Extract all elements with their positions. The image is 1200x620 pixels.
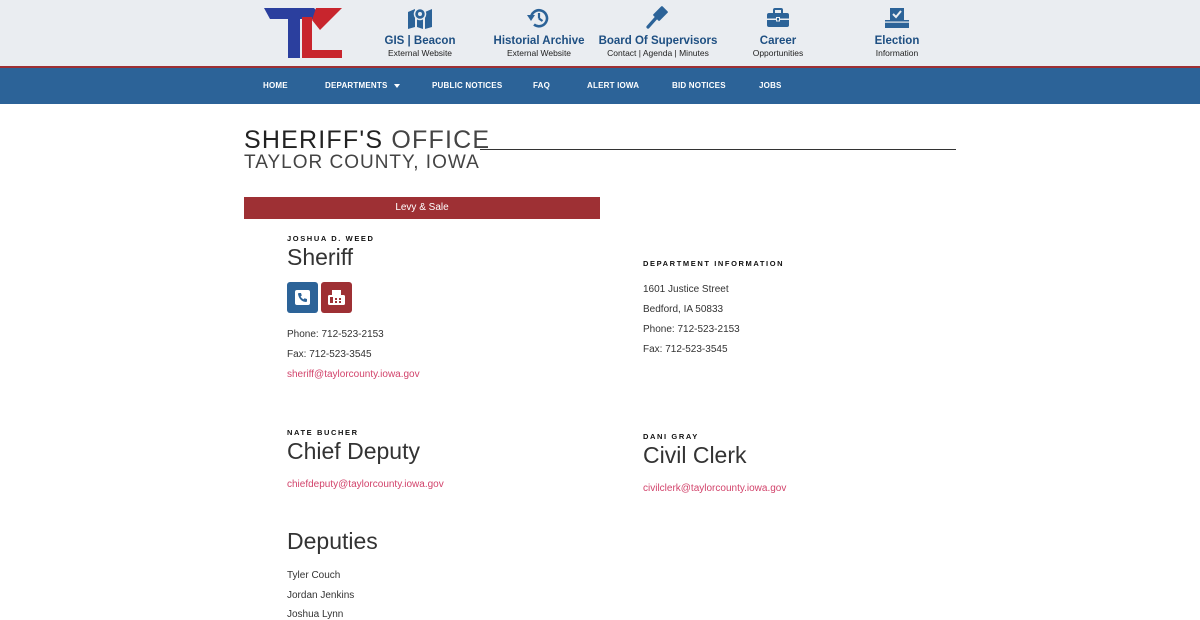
- nav-item-home[interactable]: HOME: [263, 68, 288, 104]
- quick-link-subtitle: Opportunities: [752, 48, 804, 58]
- nav-item-jobs[interactable]: JOBS: [759, 68, 782, 104]
- page-title-strong: SHERIFF'S: [244, 126, 384, 154]
- chief-deputy-role: Chief Deputy: [287, 438, 420, 464]
- fax-icon: [328, 290, 345, 305]
- department-fax: Fax: 712-523-3545: [643, 344, 728, 355]
- chief-deputy-email-link[interactable]: chiefdeputy@taylorcounty.iowa.gov: [287, 479, 444, 490]
- levy-sale-button[interactable]: Levy & Sale: [244, 197, 600, 219]
- page-subtitle: TAYLOR COUNTY, IOWA: [244, 152, 480, 173]
- nav-item-public-notices[interactable]: PUBLIC NOTICES: [432, 68, 502, 104]
- quick-link-subtitle: Contact | Agenda | Minutes: [607, 48, 709, 58]
- sheriff-fax: Fax: 712-523-3545: [287, 349, 372, 360]
- chevron-down-icon: [393, 83, 400, 88]
- taylor-county-logo-icon[interactable]: [262, 6, 344, 60]
- department-phone: Phone: 712-523-2153: [643, 324, 740, 335]
- ballot-box-icon: [885, 8, 909, 28]
- quick-link-subtitle: Information: [875, 48, 919, 58]
- page-title: SHERIFF'S OFFICE: [244, 126, 490, 155]
- phone-button[interactable]: [287, 282, 318, 313]
- civil-clerk-name: DANI GRAY: [643, 432, 699, 441]
- nav-item-departments[interactable]: DEPARTMENTS: [325, 68, 400, 104]
- quick-link-election[interactable]: Election Information: [832, 0, 962, 67]
- page-title-light: OFFICE: [391, 126, 491, 154]
- fax-button[interactable]: [321, 282, 352, 313]
- civil-clerk-email-link[interactable]: civilclerk@taylorcounty.iowa.gov: [643, 483, 786, 494]
- map-marker-icon: [408, 7, 432, 29]
- quick-link-subtitle: External Website: [387, 48, 453, 58]
- nav-item-faq[interactable]: FAQ: [533, 68, 550, 104]
- title-divider: [480, 149, 956, 150]
- quick-link-board-of-supervisors[interactable]: Board Of Supervisors Contact | Agenda | …: [593, 0, 723, 67]
- department-city: Bedford, IA 50833: [643, 304, 724, 315]
- briefcase-icon: [767, 8, 789, 27]
- quick-link-title: Election: [874, 35, 920, 47]
- top-header: GIS | Beacon External Website Historial …: [0, 0, 1200, 67]
- history-icon: [527, 9, 549, 28]
- sheriff-role: Sheriff: [287, 244, 354, 270]
- quick-link-title: Historial Archive: [493, 35, 585, 47]
- quick-link-title: GIS | Beacon: [384, 35, 456, 47]
- deputy-name: Joshua Lynn: [287, 609, 344, 620]
- civil-clerk-role: Civil Clerk: [643, 442, 747, 468]
- deputy-name: Jordan Jenkins: [287, 590, 355, 601]
- quick-link-title: Board Of Supervisors: [598, 35, 718, 47]
- quick-link-career[interactable]: Career Opportunities: [713, 0, 843, 67]
- deputies-heading: Deputies: [287, 528, 378, 554]
- department-info-heading: DEPARTMENT INFORMATION: [643, 259, 785, 268]
- quick-link-subtitle: External Website: [506, 48, 572, 58]
- department-street: 1601 Justice Street: [643, 284, 729, 295]
- chief-deputy-name: NATE BUCHER: [287, 428, 359, 437]
- quick-link-gis-beacon[interactable]: GIS | Beacon External Website: [355, 0, 485, 67]
- nav-item-bid-notices[interactable]: BID NOTICES: [672, 68, 726, 104]
- gavel-icon: [646, 6, 668, 29]
- nav-item-alert-iowa[interactable]: ALERT IOWA: [587, 68, 639, 104]
- deputy-name: Tyler Couch: [287, 570, 341, 581]
- quick-link-historical-archive[interactable]: Historial Archive External Website: [474, 0, 604, 67]
- quick-link-title: Career: [759, 35, 797, 47]
- sheriff-phone: Phone: 712-523-2153: [287, 329, 384, 340]
- phone-icon: [295, 290, 310, 305]
- sheriff-name: JOSHUA D. WEED: [287, 234, 375, 243]
- nav-item-label: DEPARTMENTS: [325, 81, 388, 90]
- sheriff-email-link[interactable]: sheriff@taylorcounty.iowa.gov: [287, 369, 420, 380]
- main-nav: HOME DEPARTMENTS PUBLIC NOTICES FAQ ALER…: [0, 68, 1200, 104]
